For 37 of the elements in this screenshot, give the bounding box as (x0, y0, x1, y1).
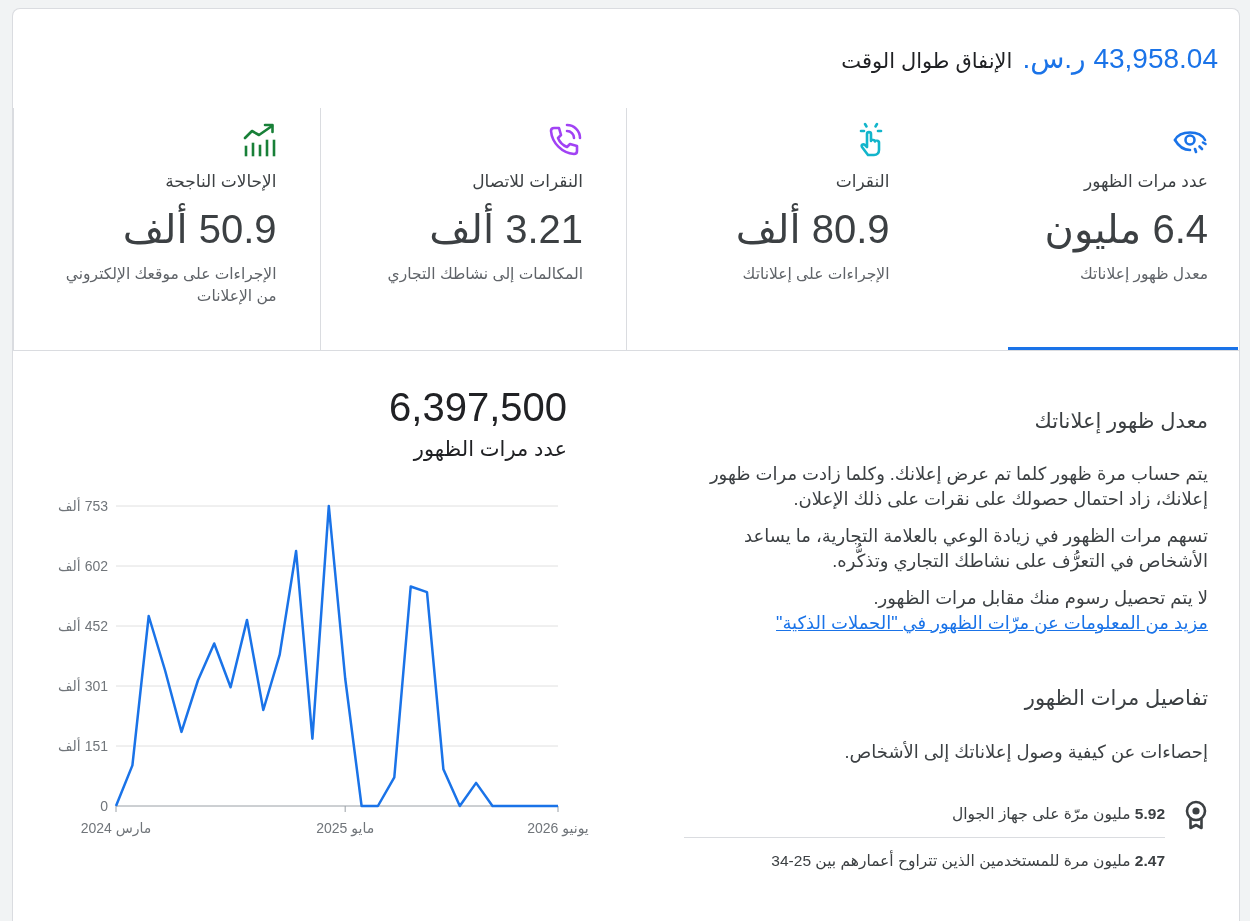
learn-more-link[interactable]: مزيد من المعلومات عن مرّات الظهور في "الحملات الذكية" (776, 613, 1208, 633)
x-axis-label: مارس 2024 (80, 820, 152, 836)
spend-label: الإنفاق طوال الوقت (841, 48, 1013, 75)
metric-label: النقرات (835, 171, 890, 193)
y-axis-label: 151 ألف (58, 738, 108, 754)
y-axis-label: 301 ألف (58, 678, 108, 694)
y-axis-label: 452 ألف (58, 618, 108, 634)
info-heading: معدل ظهور إعلاناتك (1033, 408, 1208, 435)
metric-tab[interactable]: النقرات للاتصال 3.21 ألف المكالمات إلى نشاطك التجاري (319, 108, 626, 350)
x-axis-label: يونيو 2026 (527, 820, 589, 836)
metric-value: 6.4 مليون (1044, 206, 1208, 253)
metric-value: 50.9 ألف (122, 205, 277, 253)
metric-tab[interactable]: الإحالات الناجحة 50.9 ألف الإجراءات على موقعك الإلكتروني من الإعلانات (13, 108, 320, 350)
metric-description: المكالمات إلى نشاطك التجاري (387, 264, 583, 285)
breakdown-heading: تفاصيل مرات الظهور (1023, 685, 1208, 712)
metric-tab[interactable]: عدد مرات الظهور 6.4 مليون معدل ظهور إعلاناتك (932, 108, 1239, 350)
metric-label: النقرات للاتصال (472, 171, 583, 193)
award-ribbon-icon (1184, 799, 1208, 830)
metric-label: عدد مرات الظهور (1084, 171, 1208, 193)
metric-value: 80.9 ألف (735, 205, 890, 253)
info-paragraph: يتم حساب مرة ظهور كلما تم عرض إعلانك. وكلما زادت مرات ظهور إعلانك، زاد احتمال حصولك على نقرات على ذلك الإعلان. (708, 463, 1208, 512)
x-axis-label: مايو 2025 (316, 820, 375, 836)
chart-title: عدد مرات الظهور (413, 436, 567, 463)
spend-amount: 43,958.04 ر.س. (1022, 42, 1218, 77)
y-axis-label: 602 ألف (58, 558, 108, 574)
metric-tab[interactable]: النقرات 80.9 ألف الإجراءات على إعلاناتك (626, 108, 933, 350)
chart-total: 6,397,500 (389, 384, 567, 431)
metric-label: الإحالات الناجحة (165, 171, 277, 193)
metric-description: معدل ظهور إعلاناتك (1080, 264, 1208, 285)
metric-description: الإجراءات على إعلاناتك (742, 264, 890, 285)
info-paragraph: تسهم مرات الظهور في زيادة الوعي بالعلامة التجارية، ما يساعد الأشخاص في التعرُّف على نشاطك التجاري وتذكُّره. (743, 525, 1208, 574)
metric-description: الإجراءات على موقعك الإلكتروني من الإعلانات (64, 264, 277, 307)
metric-value: 3.21 ألف (429, 205, 583, 253)
y-axis-label: 753 ألف (58, 498, 108, 514)
y-axis-label: 0 (100, 798, 108, 814)
info-paragraph: لا يتم تحصيل رسوم منك مقابل مرات الظهور. مزيد من المعلومات عن مرّات الظهور في "الحملات الذكية" (775, 587, 1208, 636)
breakdown-text: إحصاءات عن كيفية وصول إعلاناتك إلى الأشخاص. (843, 740, 1208, 765)
